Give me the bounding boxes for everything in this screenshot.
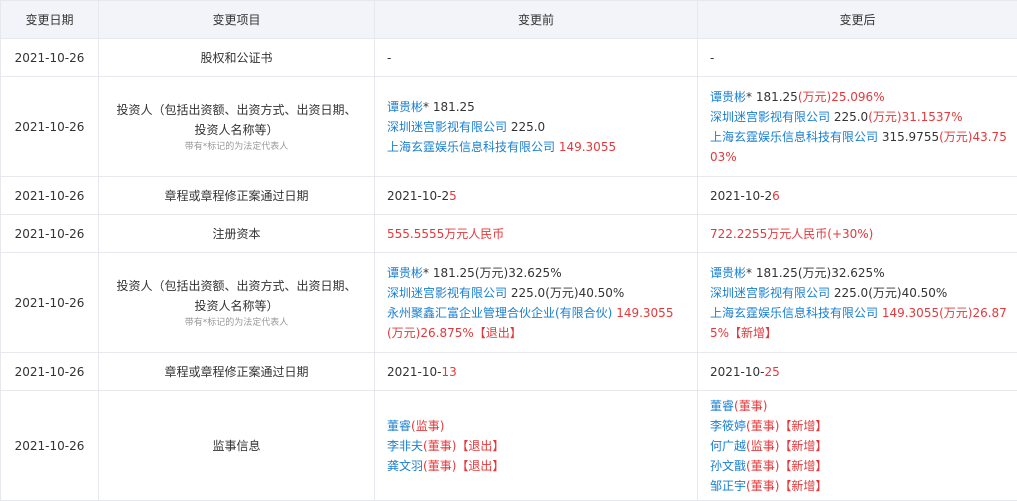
header-item: 变更项目: [99, 1, 375, 39]
change-record-table: 变更日期 变更项目 变更前 变更后 2021-10-26 股权和公证书 - - …: [0, 0, 1017, 501]
supervisor-line: 董睿(董事): [710, 396, 1011, 416]
before-value: 谭贵彬* 181.25 深圳迷宫影视有限公司 225.0 上海玄霆娱乐信息科技有…: [375, 77, 698, 177]
item-line: 投资人名称等）: [99, 120, 374, 140]
investor-line: 谭贵彬* 181.25(万元)25.096%: [710, 87, 1011, 107]
after-value: 谭贵彬* 181.25(万元)25.096% 深圳迷宫影视有限公司 225.0(…: [698, 77, 1017, 177]
investor-line-wrap: (万元)26.875%【退出】: [387, 323, 691, 343]
investor-link[interactable]: 深圳迷宫影视有限公司: [710, 286, 830, 300]
table-header-row: 变更日期 变更项目 变更前 变更后: [1, 1, 1017, 39]
supervisor-line: 李筱婷(董事)【新增】: [710, 416, 1011, 436]
exit-tag: 【退出】: [456, 439, 504, 453]
person-link[interactable]: 董睿: [710, 399, 734, 413]
table-row: 2021-10-26 股权和公证书 - -: [1, 39, 1017, 77]
change-item: 股权和公证书: [99, 39, 375, 77]
change-date: 2021-10-26: [1, 391, 99, 501]
investor-link[interactable]: 深圳迷宫影视有限公司: [387, 286, 507, 300]
investor-link[interactable]: 上海玄霆娱乐信息科技有限公司: [387, 140, 555, 154]
supervisor-line: 董睿(监事): [387, 416, 691, 436]
investor-link[interactable]: 谭贵彬: [387, 266, 423, 280]
investor-link[interactable]: 深圳迷宫影视有限公司: [710, 110, 830, 124]
supervisor-line: 孙文戬(董事)【新增】: [710, 456, 1011, 476]
before-value: -: [375, 39, 698, 77]
investor-line: 深圳迷宫影视有限公司 225.0(万元)31.1537%: [710, 107, 1011, 127]
investor-line: 谭贵彬* 181.25(万元)32.625%: [710, 263, 1011, 283]
item-line: 投资人名称等）: [99, 296, 374, 316]
investor-link[interactable]: 上海玄霆娱乐信息科技有限公司: [710, 306, 878, 320]
investor-line: 上海玄霆娱乐信息科技有限公司 149.3055: [387, 137, 691, 157]
change-item: 投资人（包括出资额、出资方式、出资日期、 投资人名称等） 带有*标记的为法定代表…: [99, 253, 375, 353]
investor-line: 谭贵彬* 181.25(万元)32.625%: [387, 263, 691, 283]
person-link[interactable]: 董睿: [387, 419, 411, 433]
investor-link[interactable]: 永州聚鑫汇富企业管理合伙企业(有限合伙): [387, 306, 612, 320]
change-date: 2021-10-26: [1, 177, 99, 215]
investor-link[interactable]: 谭贵彬: [387, 100, 423, 114]
investor-link[interactable]: 谭贵彬: [710, 266, 746, 280]
investor-link[interactable]: 谭贵彬: [710, 90, 746, 104]
change-item: 章程或章程修正案通过日期: [99, 353, 375, 391]
header-before: 变更前: [375, 1, 698, 39]
item-line: 投资人（包括出资额、出资方式、出资日期、: [99, 100, 374, 120]
after-value: 722.2255万元人民币(+30%): [698, 215, 1017, 253]
supervisor-line: 邹正宇(董事)【新增】: [710, 476, 1011, 496]
investor-line: 深圳迷宫影视有限公司 225.0(万元)40.50%: [710, 283, 1011, 303]
person-link[interactable]: 邹正宇: [710, 479, 746, 493]
after-value: 董睿(董事) 李筱婷(董事)【新增】 何广越(监事)【新增】 孙文戬(董事)【新…: [698, 391, 1017, 501]
change-item: 监事信息: [99, 391, 375, 501]
exit-tag: 【退出】: [456, 459, 504, 473]
investor-line: 深圳迷宫影视有限公司 225.0: [387, 117, 691, 137]
after-value: 谭贵彬* 181.25(万元)32.625% 深圳迷宫影视有限公司 225.0(…: [698, 253, 1017, 353]
after-value: -: [698, 39, 1017, 77]
new-tag: 【新增】: [779, 459, 827, 473]
before-value: 谭贵彬* 181.25(万元)32.625% 深圳迷宫影视有限公司 225.0(…: [375, 253, 698, 353]
investor-line: 上海玄霆娱乐信息科技有限公司 149.3055(万元)26.87: [710, 303, 1011, 323]
person-link[interactable]: 李非夫: [387, 439, 423, 453]
table-row: 2021-10-26 注册资本 555.5555万元人民币 722.2255万元…: [1, 215, 1017, 253]
change-date: 2021-10-26: [1, 215, 99, 253]
table-row: 2021-10-26 章程或章程修正案通过日期 2021-10-13 2021-…: [1, 353, 1017, 391]
person-link[interactable]: 何广越: [710, 439, 746, 453]
after-value: 2021-10-26: [698, 177, 1017, 215]
change-item: 投资人（包括出资额、出资方式、出资日期、 投资人名称等） 带有*标记的为法定代表…: [99, 77, 375, 177]
legal-rep-hint: 带有*标记的为法定代表人: [99, 316, 374, 330]
supervisor-line: 龚文羽(董事)【退出】: [387, 456, 691, 476]
supervisor-line: 何广越(监事)【新增】: [710, 436, 1011, 456]
change-item: 注册资本: [99, 215, 375, 253]
person-link[interactable]: 龚文羽: [387, 459, 423, 473]
new-tag: 【新增】: [779, 479, 827, 493]
after-value: 2021-10-25: [698, 353, 1017, 391]
header-after: 变更后: [698, 1, 1017, 39]
before-value: 555.5555万元人民币: [375, 215, 698, 253]
before-value: 董睿(监事) 李非夫(董事)【退出】 龚文羽(董事)【退出】: [375, 391, 698, 501]
investor-link[interactable]: 上海玄霆娱乐信息科技有限公司: [710, 130, 878, 144]
item-line: 投资人（包括出资额、出资方式、出资日期、: [99, 276, 374, 296]
new-tag: 【新增】: [779, 439, 827, 453]
new-tag: 【新增】: [729, 326, 777, 340]
change-item: 章程或章程修正案通过日期: [99, 177, 375, 215]
before-value: 2021-10-13: [375, 353, 698, 391]
table-row: 2021-10-26 监事信息 董睿(监事) 李非夫(董事)【退出】 龚文羽(董…: [1, 391, 1017, 501]
investor-link[interactable]: 深圳迷宫影视有限公司: [387, 120, 507, 134]
table-row: 2021-10-26 章程或章程修正案通过日期 2021-10-25 2021-…: [1, 177, 1017, 215]
investor-line: 上海玄霆娱乐信息科技有限公司 315.9755(万元)43.75: [710, 127, 1011, 147]
change-date: 2021-10-26: [1, 353, 99, 391]
exit-tag: 【退出】: [474, 326, 522, 340]
header-date: 变更日期: [1, 1, 99, 39]
supervisor-line: 李非夫(董事)【退出】: [387, 436, 691, 456]
change-date: 2021-10-26: [1, 77, 99, 177]
investor-line: 永州聚鑫汇富企业管理合伙企业(有限合伙) 149.3055: [387, 303, 691, 323]
before-value: 2021-10-25: [375, 177, 698, 215]
change-date: 2021-10-26: [1, 253, 99, 353]
change-date: 2021-10-26: [1, 39, 99, 77]
investor-line: 谭贵彬* 181.25: [387, 97, 691, 117]
person-link[interactable]: 孙文戬: [710, 459, 746, 473]
new-tag: 【新增】: [779, 419, 827, 433]
table-row: 2021-10-26 投资人（包括出资额、出资方式、出资日期、 投资人名称等） …: [1, 77, 1017, 177]
person-link[interactable]: 李筱婷: [710, 419, 746, 433]
investor-line: 深圳迷宫影视有限公司 225.0(万元)40.50%: [387, 283, 691, 303]
legal-rep-hint: 带有*标记的为法定代表人: [99, 140, 374, 154]
investor-line-wrap: 5%【新增】: [710, 323, 1011, 343]
investor-line-wrap: 03%: [710, 147, 1011, 167]
table-row: 2021-10-26 投资人（包括出资额、出资方式、出资日期、 投资人名称等） …: [1, 253, 1017, 353]
